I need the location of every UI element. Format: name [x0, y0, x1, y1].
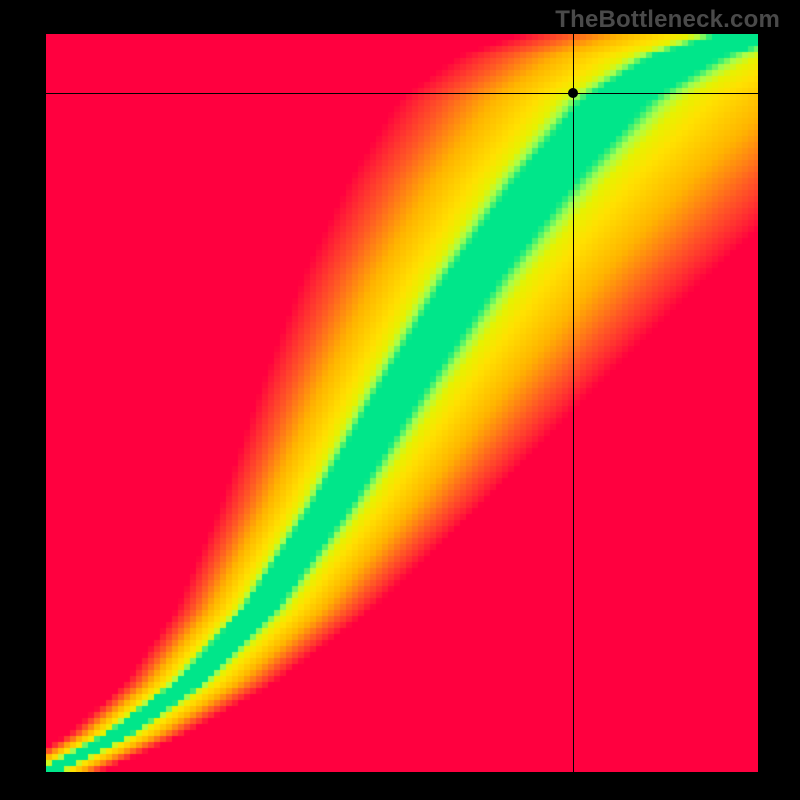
marker-dot [568, 88, 578, 98]
heatmap-canvas [46, 34, 758, 772]
crosshair-horizontal [46, 93, 758, 94]
watermark-text: TheBottleneck.com [555, 6, 780, 34]
chart-stage: TheBottleneck.com [0, 0, 800, 800]
crosshair-vertical [573, 34, 574, 772]
